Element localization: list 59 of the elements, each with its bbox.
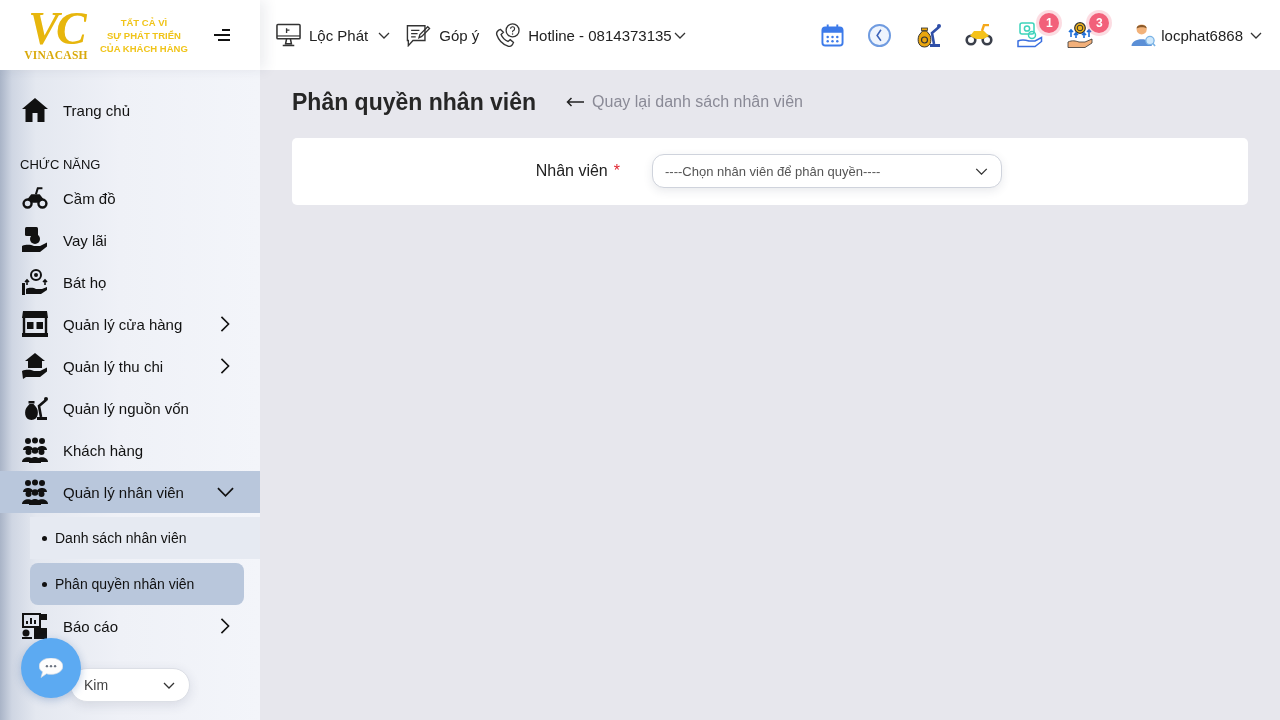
tagline-text: TẤT CẢ VÌ xyxy=(120,15,168,29)
sidebar-item[interactable]: Vay lãi xyxy=(0,219,260,261)
feedback-link[interactable]: Góp ý xyxy=(406,23,480,47)
dropdown[interactable]: Kim xyxy=(70,668,190,702)
menu-icon[interactable] xyxy=(214,29,230,41)
motorbike-icon xyxy=(22,185,48,211)
chat-edit-icon xyxy=(406,23,432,47)
store-switcher[interactable]: Lộc Phát xyxy=(276,23,391,47)
sidebar-item[interactable]: Quản lý nhân viên xyxy=(0,471,260,513)
chat-bubble-icon xyxy=(39,658,63,678)
submenu-item[interactable]: Phân quyền nhân viên xyxy=(30,563,244,605)
submenu-item[interactable]: Danh sách nhân viên xyxy=(30,517,260,559)
field-label: Nhân viên xyxy=(535,162,608,180)
user-menu[interactable]: locphat6868 xyxy=(1131,23,1262,47)
sidebar-item[interactable]: Bát họ xyxy=(0,261,260,303)
clock-icon[interactable] xyxy=(868,23,892,47)
motorbike-icon[interactable] xyxy=(965,24,994,46)
coins-hand-icon[interactable] xyxy=(1067,22,1094,48)
notification-badge: 1 xyxy=(1039,13,1060,33)
bullet-icon xyxy=(42,581,47,587)
back-arrow-icon xyxy=(566,97,585,107)
phone-help-icon xyxy=(495,23,521,47)
required-mark: * xyxy=(613,162,620,180)
caret-icon xyxy=(163,681,175,689)
sidebar-item[interactable]: Trang chủ xyxy=(0,89,260,131)
sidebar-item[interactable]: Quản lý thu chi xyxy=(0,345,260,387)
page-title: Phân quyền nhân viên xyxy=(292,88,537,116)
tagline-text: CỦA KHÁCH HÀNG xyxy=(100,41,188,55)
monitor-icon xyxy=(276,23,301,47)
logo-monogram: VC xyxy=(28,8,84,49)
home-icon xyxy=(22,97,48,123)
hotline-dropdown[interactable]: Hotline - 0814373135 xyxy=(495,23,686,47)
storefront-icon xyxy=(22,311,48,337)
sidebar-item[interactable]: Báo cáo xyxy=(0,605,260,647)
caret-icon xyxy=(673,31,686,39)
sidebar-item[interactable]: Quản lý cửa hàng xyxy=(0,303,260,345)
people-group-icon xyxy=(22,437,48,463)
tagline-text: SỰ PHÁT TRIỂN xyxy=(106,28,181,42)
hand-house-icon xyxy=(22,353,48,379)
bullet-icon xyxy=(42,535,47,541)
hand-money-icon xyxy=(22,227,48,253)
money-bag-icon[interactable] xyxy=(915,22,942,48)
report-chart-icon xyxy=(22,613,48,639)
caret-icon xyxy=(378,31,391,39)
caret-icon xyxy=(975,167,988,175)
sidebar-item[interactable]: Cầm đồ xyxy=(0,177,260,219)
user-avatar-icon xyxy=(1131,23,1157,47)
sidebar-item[interactable]: Quản lý nguồn vốn xyxy=(0,387,260,429)
money-bag-icon xyxy=(22,395,48,421)
section-heading: CHỨC NĂNG xyxy=(19,156,102,174)
brand-name: VINACASH xyxy=(24,48,88,62)
notification-badge: 3 xyxy=(1089,13,1110,33)
hand-money-icon[interactable] xyxy=(1017,22,1044,48)
coin-hand-icon xyxy=(22,269,48,295)
people-group-icon xyxy=(22,479,48,505)
calendar-icon[interactable] xyxy=(821,23,845,47)
caret-icon xyxy=(1250,31,1262,39)
employee-select[interactable]: ----Chọn nhân viên để phân quyền---- xyxy=(652,154,1002,188)
sidebar-item[interactable]: Khách hàng xyxy=(0,429,260,471)
